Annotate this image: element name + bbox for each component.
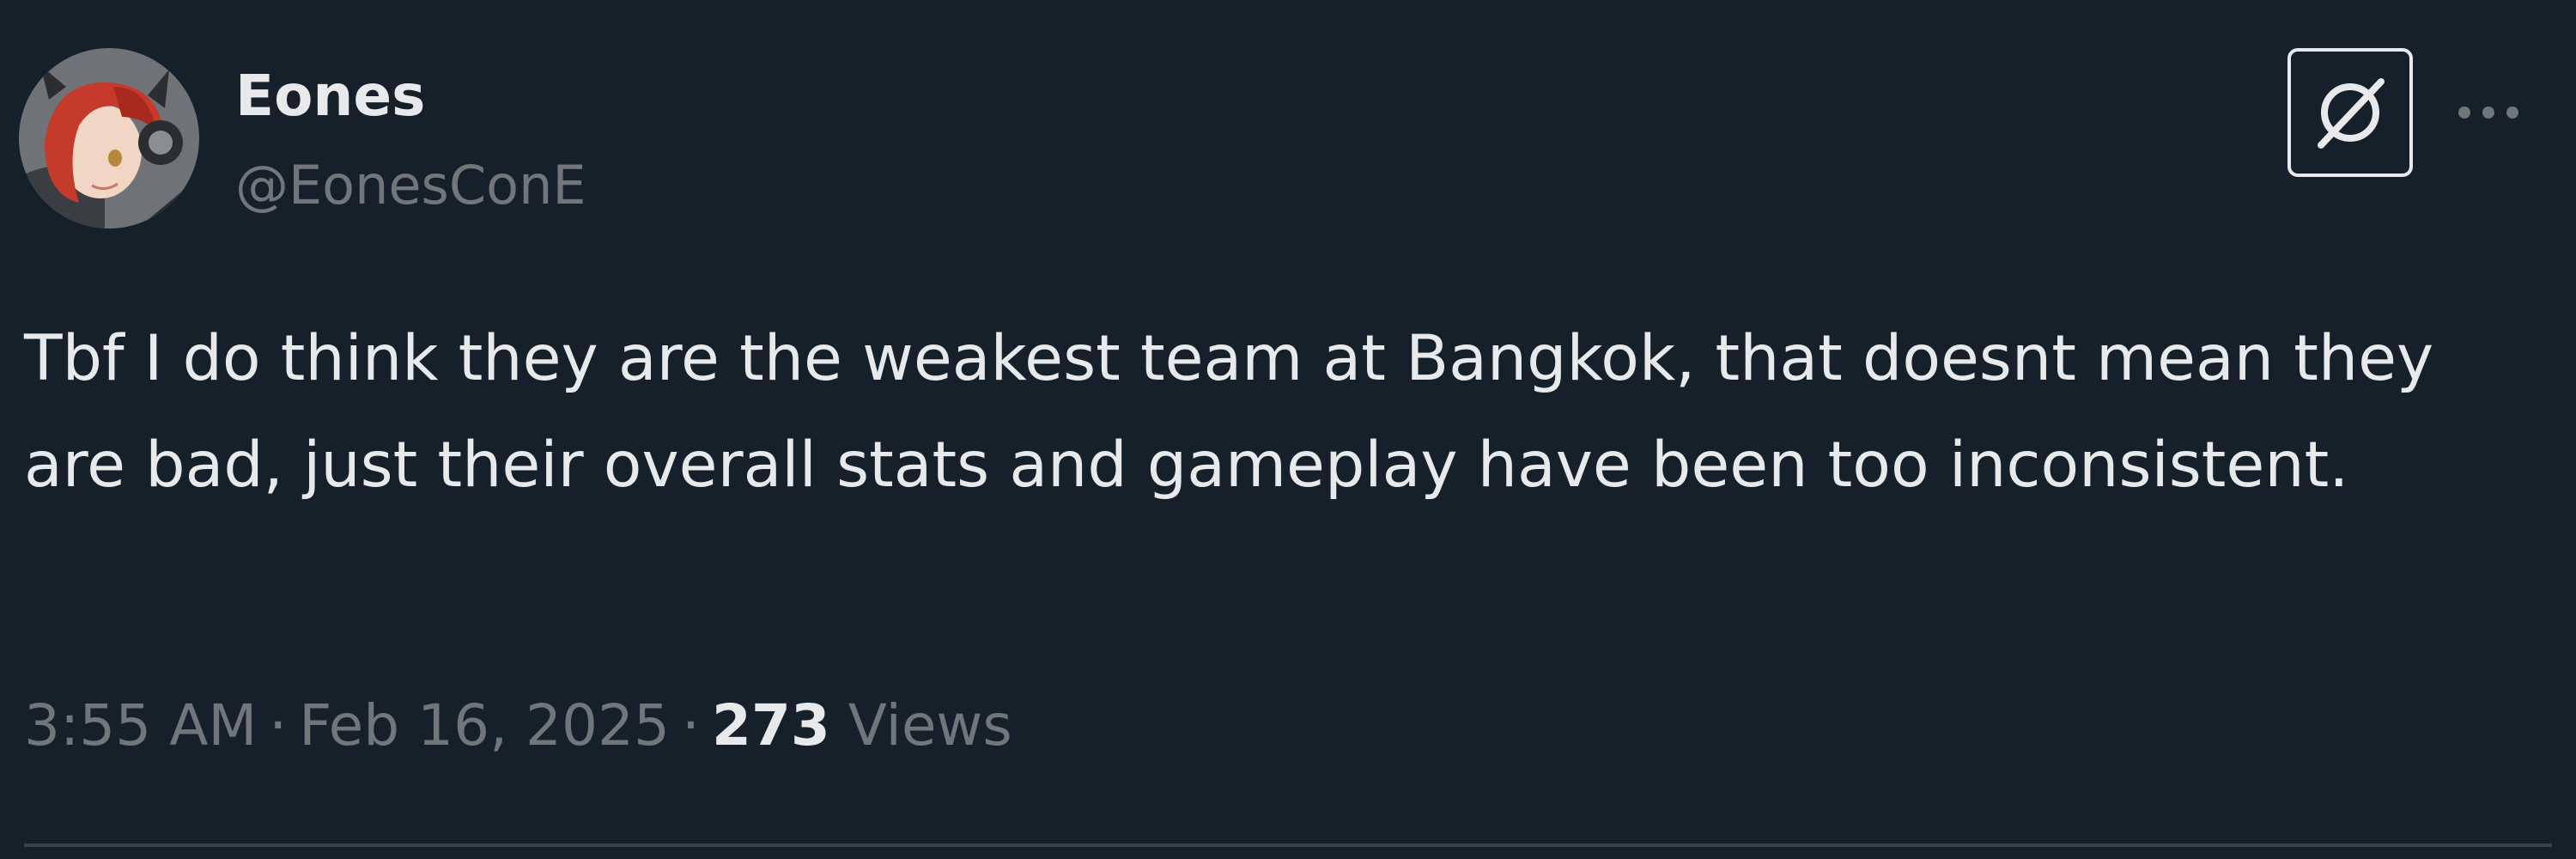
- avatar-image: [19, 48, 199, 228]
- meta-separator: ·: [269, 692, 288, 758]
- more-icon: [2454, 102, 2523, 123]
- tweet-time[interactable]: 3:55 AM: [24, 692, 257, 758]
- more-options-button[interactable]: [2445, 82, 2531, 143]
- avatar[interactable]: [19, 48, 199, 228]
- grok-icon: [2309, 71, 2391, 154]
- display-name[interactable]: Eones: [235, 62, 425, 131]
- divider: [24, 844, 2552, 847]
- meta-separator: ·: [682, 692, 701, 758]
- tweet-metadata: 3:55 AM · Feb 16, 2025 · 273 Views: [24, 687, 1012, 765]
- grok-button[interactable]: [2287, 48, 2413, 177]
- views-label: Views: [848, 692, 1012, 758]
- username-handle[interactable]: @EonesConE: [235, 151, 586, 220]
- views-count[interactable]: 273: [712, 692, 830, 758]
- tweet: Eones @EonesConE Tbf I do think they are…: [0, 0, 2576, 859]
- tweet-date[interactable]: Feb 16, 2025: [299, 692, 670, 758]
- tweet-text: Tbf I do think they are the weakest team…: [24, 322, 2434, 502]
